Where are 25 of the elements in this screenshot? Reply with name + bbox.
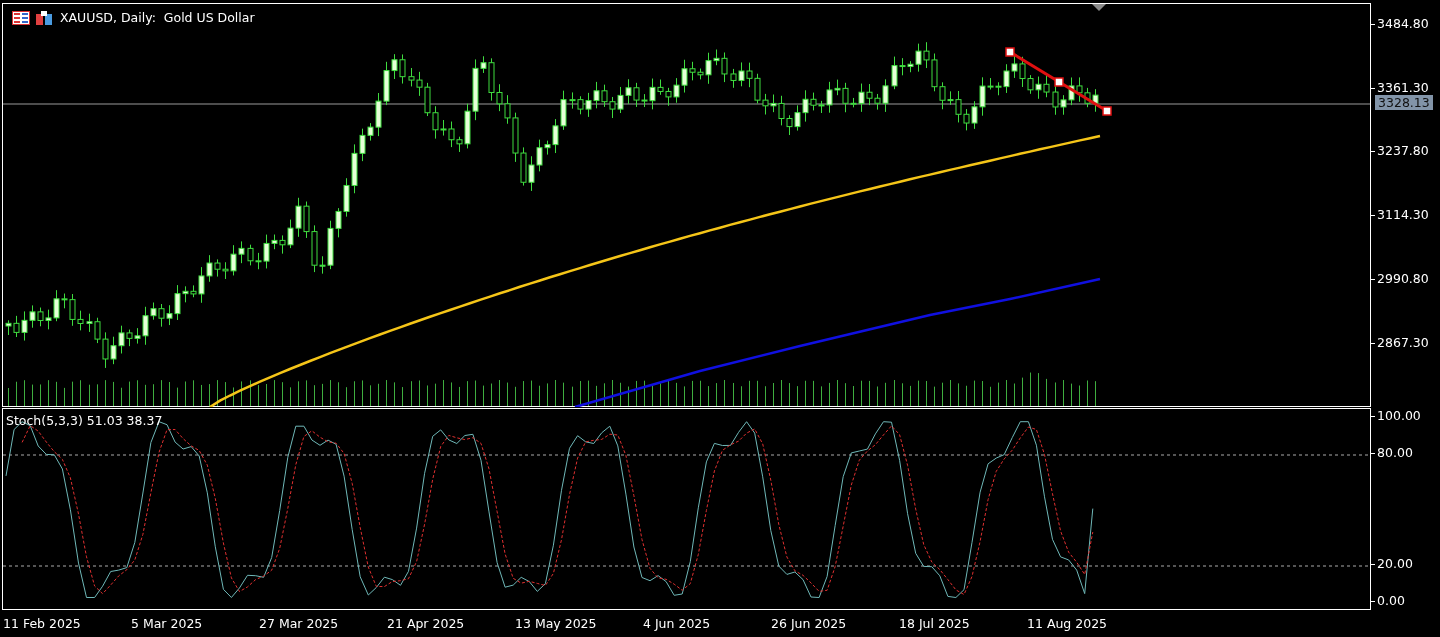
date-label: 5 Mar 2025 xyxy=(131,616,204,631)
date-label: 11 Aug 2025 xyxy=(1027,616,1109,631)
date-label: 13 May 2025 xyxy=(515,616,598,631)
date-label: 18 Jul 2025 xyxy=(899,616,971,631)
price-label: 2867.30 xyxy=(1377,334,1429,350)
indicator-level-label: 100.00 xyxy=(1377,408,1421,423)
price-label: 3237.80 xyxy=(1377,143,1429,159)
price-label: 3114.30 xyxy=(1377,207,1429,223)
table-icon xyxy=(12,10,30,25)
date-label: 11 Feb 2025 xyxy=(3,616,82,631)
indicator-level-label: 20.00 xyxy=(1377,556,1413,571)
price-label: 3484.80 xyxy=(1377,16,1429,31)
indicator-label: Stoch(5,3,3) 51.03 38.37 xyxy=(6,413,163,428)
date-label: 26 Jun 2025 xyxy=(771,616,848,631)
price-label: 2990.80 xyxy=(1377,270,1429,286)
current-price-label: 3328.13 xyxy=(1375,95,1433,110)
shift-marker-icon xyxy=(1092,4,1106,11)
date-label: 4 Jun 2025 xyxy=(643,616,712,631)
tiles-icon xyxy=(36,10,52,25)
indicator-level-label: 0.00 xyxy=(1377,593,1405,608)
chart-title: XAUUSD, Daily: Gold US Dollar xyxy=(60,10,255,25)
date-label: 21 Apr 2025 xyxy=(387,616,466,631)
indicator-level-label: 80.00 xyxy=(1377,445,1413,460)
price-label: 3361.30 xyxy=(1377,79,1429,95)
date-label: 27 Mar 2025 xyxy=(259,616,340,631)
